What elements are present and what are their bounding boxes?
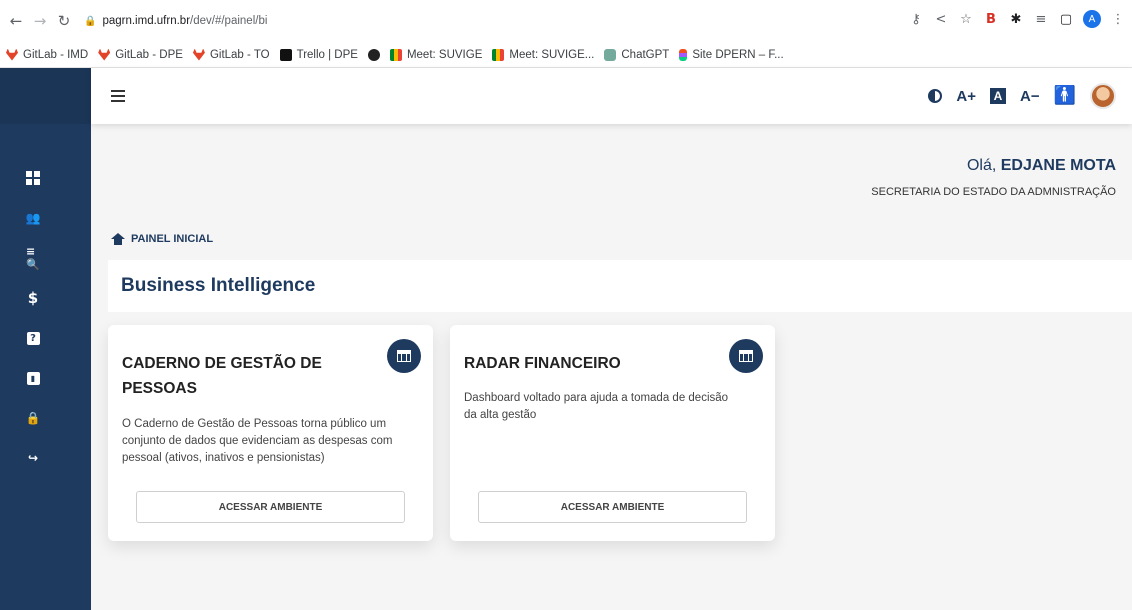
table-icon bbox=[729, 339, 763, 373]
bookmark-gitlab-dpe[interactable]: GitLab - DPE bbox=[98, 48, 183, 61]
bookmark-label: Meet: SUVIGE bbox=[406, 48, 483, 61]
bookmark-gitlab-imd[interactable]: GitLab - IMD bbox=[6, 48, 89, 61]
figma-icon bbox=[679, 48, 688, 61]
user-name: EDJANE MOTA bbox=[1000, 157, 1116, 174]
lock-settings-icon: 🔒 bbox=[25, 411, 41, 425]
back-icon[interactable]: ← bbox=[6, 11, 26, 31]
menu-dots-icon[interactable]: ⋮ bbox=[1110, 12, 1126, 27]
accessibility-toolbar: A+ A A− 🚹 bbox=[928, 83, 1116, 109]
sidebar-item-logout[interactable]: ↪ bbox=[0, 438, 91, 478]
user-avatar[interactable] bbox=[1090, 83, 1116, 109]
reload-icon[interactable]: ↻ bbox=[54, 11, 74, 31]
help-icon: ? bbox=[26, 331, 40, 345]
bookmark-meet-1[interactable]: Meet: SUVIGE bbox=[389, 48, 483, 61]
dollar-icon: $ bbox=[27, 289, 39, 307]
table-icon bbox=[387, 339, 421, 373]
share-icon[interactable]: < bbox=[933, 12, 949, 27]
bookmark-label: GitLab - DPE bbox=[115, 48, 183, 61]
sidebar-item-help[interactable]: ? bbox=[0, 318, 91, 358]
bookmark-label: ChatGPT bbox=[621, 48, 670, 61]
address-bar[interactable]: 🔒 pagrn.imd.ufrn.br /dev/#/painel/bi bbox=[84, 15, 267, 27]
sidebar-item-reports[interactable]: ▮ bbox=[0, 358, 91, 398]
bar-chart-icon: ▮ bbox=[26, 371, 40, 385]
meet-icon bbox=[492, 48, 505, 61]
topbar: A+ A A− 🚹 bbox=[91, 68, 1132, 124]
sidebar-item-dashboard[interactable] bbox=[0, 158, 91, 198]
bi-card-radar: RADAR FINANCEIRO Dashboard voltado para … bbox=[450, 325, 775, 541]
greeting-prefix: Olá, bbox=[966, 157, 1001, 174]
sidebar-menu: 👥 ≡🔍 $ ? ▮ 🔒 ↪ bbox=[0, 158, 91, 478]
lock-icon: 🔒 bbox=[84, 15, 97, 27]
sidebar-item-users[interactable]: 👥 bbox=[0, 198, 91, 238]
globe-icon bbox=[367, 48, 380, 61]
user-organization: SECRETARIA DO ESTADO DA ADMNISTRAÇÃO bbox=[871, 186, 1116, 198]
bookmark-label: GitLab - IMD bbox=[23, 48, 89, 61]
font-increase-button[interactable]: A+ bbox=[956, 88, 976, 105]
page-title: Business Intelligence bbox=[121, 275, 316, 296]
forward-icon[interactable]: → bbox=[30, 11, 50, 31]
list-search-icon: ≡🔍 bbox=[26, 245, 40, 271]
bookmark-chatgpt[interactable]: ChatGPT bbox=[604, 48, 670, 61]
accessibility-icon[interactable]: 🚹 bbox=[1054, 87, 1076, 105]
extensions-icon[interactable]: ✱ bbox=[1008, 12, 1024, 27]
contrast-icon[interactable] bbox=[928, 89, 943, 103]
meet-icon bbox=[389, 48, 402, 61]
browser-nav: ← → ↻ bbox=[6, 11, 74, 31]
logout-icon: ↪ bbox=[27, 451, 39, 465]
user-settings-icon: 👥 bbox=[25, 211, 41, 225]
card-description: O Caderno de Gestão de Pessoas torna púb… bbox=[122, 418, 393, 464]
user-greeting: Olá, EDJANE MOTA bbox=[967, 157, 1116, 175]
sidebar: 👥 ≡🔍 $ ? ▮ 🔒 ↪ bbox=[0, 68, 91, 610]
bookmark-trello[interactable]: Trello | DPE bbox=[279, 48, 358, 61]
bookmark-meet-2[interactable]: Meet: SUVIGE... bbox=[492, 48, 595, 61]
bookmarks-bar: GitLab - IMD GitLab - DPE GitLab - TO Tr… bbox=[0, 42, 1132, 68]
breadcrumb[interactable]: PAINEL INICIAL bbox=[111, 233, 213, 245]
sidebar-item-security[interactable]: 🔒 bbox=[0, 398, 91, 438]
bookmark-label: Meet: SUVIGE... bbox=[509, 48, 595, 61]
card-title: RADAR FINANCEIRO bbox=[464, 355, 621, 372]
extension-b-icon[interactable]: B bbox=[983, 12, 999, 27]
breadcrumb-label: PAINEL INICIAL bbox=[131, 233, 214, 245]
font-default-button[interactable]: A bbox=[989, 88, 1006, 104]
dashboard-icon bbox=[26, 171, 40, 185]
url-path: /dev/#/painel/bi bbox=[190, 15, 268, 27]
star-icon[interactable]: ☆ bbox=[958, 12, 974, 27]
trello-icon bbox=[279, 48, 292, 61]
sidebar-item-search-list[interactable]: ≡🔍 bbox=[0, 238, 91, 278]
gitlab-icon bbox=[192, 48, 205, 61]
font-decrease-button[interactable]: A− bbox=[1020, 88, 1040, 105]
card-title: CADERNO DE GESTÃO DE PESSOAS bbox=[122, 355, 322, 397]
sidebar-header bbox=[0, 68, 91, 124]
chatgpt-icon bbox=[604, 48, 617, 61]
main-content: Olá, EDJANE MOTA SECRETARIA DO ESTADO DA… bbox=[91, 124, 1132, 610]
section-header: Business Intelligence bbox=[108, 260, 1132, 312]
side-panel-icon[interactable]: ▢ bbox=[1058, 12, 1074, 27]
url-host: pagrn.imd.ufrn.br bbox=[102, 15, 191, 27]
bookmark-label: Trello | DPE bbox=[296, 48, 358, 61]
browser-actions: ⚷ < ☆ B ✱ ≡ ▢ A ⋮ bbox=[908, 10, 1126, 28]
bi-card-caderno: CADERNO DE GESTÃO DE PESSOAS O Caderno d… bbox=[108, 325, 433, 541]
gitlab-icon bbox=[98, 48, 111, 61]
gitlab-icon bbox=[6, 48, 18, 61]
card-description: Dashboard voltado para ajuda a tomada de… bbox=[464, 392, 729, 421]
bookmark-site-dpern[interactable]: Site DPERN – F... bbox=[679, 48, 784, 61]
bookmark-globe[interactable] bbox=[367, 48, 380, 61]
bookmark-gitlab-to[interactable]: GitLab - TO bbox=[192, 48, 270, 61]
key-icon[interactable]: ⚷ bbox=[908, 12, 924, 27]
bookmark-label: Site DPERN – F... bbox=[692, 48, 784, 61]
home-icon bbox=[111, 233, 125, 245]
access-environment-button[interactable]: ACESSAR AMBIENTE bbox=[136, 491, 405, 523]
access-environment-button[interactable]: ACESSAR AMBIENTE bbox=[478, 491, 747, 523]
app: 👥 ≡🔍 $ ? ▮ 🔒 ↪ A+ A A− 🚹 Olá, EDJANE MOT… bbox=[0, 68, 1132, 610]
sidebar-item-finance[interactable]: $ bbox=[0, 278, 91, 318]
reading-list-icon[interactable]: ≡ bbox=[1033, 12, 1049, 27]
hamburger-menu-icon[interactable] bbox=[111, 90, 125, 102]
profile-avatar[interactable]: A bbox=[1083, 10, 1101, 28]
browser-toolbar: ← → ↻ 🔒 pagrn.imd.ufrn.br /dev/#/painel/… bbox=[0, 0, 1132, 42]
bookmark-label: GitLab - TO bbox=[209, 48, 270, 61]
